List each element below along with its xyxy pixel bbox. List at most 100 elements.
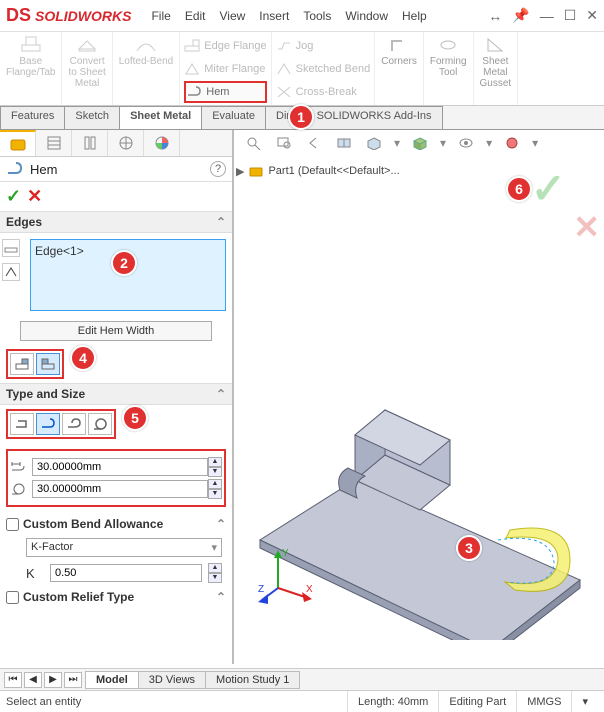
minimize-icon[interactable]: — (540, 8, 554, 24)
bottom-tab-model[interactable]: Model (85, 671, 139, 689)
bend-allowance-type-select[interactable]: K-Factor▾ (26, 538, 222, 557)
section-view-icon[interactable] (334, 134, 354, 152)
tab-last-icon[interactable]: ⏭ (64, 672, 82, 688)
custom-relief-checkbox[interactable] (6, 591, 19, 604)
graphics-viewport[interactable]: ▾ ▾ ▾ ▾ ▶ Part1 (Default<<Default>... 6 … (234, 130, 604, 664)
hide-show-icon[interactable] (456, 134, 476, 152)
tab-addins[interactable]: SOLIDWORKS Add-Ins (306, 106, 443, 129)
jog-icon (276, 39, 292, 53)
bottom-tab-3dviews[interactable]: 3D Views (138, 671, 206, 689)
maximize-icon[interactable]: ☐ (564, 7, 577, 24)
edit-hem-width-button[interactable]: Edit Hem Width (20, 321, 212, 341)
close-icon[interactable]: ✕ (586, 7, 598, 24)
edges-selection-box[interactable]: Edge<1> 2 (30, 239, 226, 311)
tab-features[interactable]: Features (0, 106, 65, 129)
help-icon[interactable]: ? (210, 161, 226, 177)
menu-help[interactable]: Help (402, 9, 427, 23)
expand-arrow-icon[interactable]: ▶ (236, 165, 244, 178)
tab-prev-icon[interactable]: ◀ (24, 672, 42, 688)
edges-section-header[interactable]: Edges⌃ (0, 211, 232, 233)
view-orientation-icon[interactable] (364, 134, 384, 152)
length-spinner[interactable]: ▲▼ (208, 457, 222, 477)
cancel-button[interactable]: ✕ (27, 186, 42, 207)
tab-sketch[interactable]: Sketch (64, 106, 120, 129)
status-units[interactable]: MMGS (516, 691, 571, 712)
hem-type-open[interactable] (36, 413, 60, 435)
zoom-area-icon[interactable] (274, 134, 294, 152)
zoom-fit-icon[interactable] (244, 134, 264, 152)
custom-bend-checkbox[interactable] (6, 518, 19, 531)
feature-header: Hem ? (0, 157, 232, 182)
hem-length-input[interactable] (32, 458, 208, 476)
radius-spinner[interactable]: ▲▼ (208, 479, 222, 499)
status-prompt: Select an entity (6, 696, 81, 708)
svg-text:X: X (306, 584, 313, 595)
ribbon-edge-flange[interactable]: Edge Flange (184, 35, 266, 57)
part-name[interactable]: Part1 (Default<<Default>... (268, 165, 399, 177)
ribbon-lofted-bend[interactable]: Lofted-Bend (113, 32, 181, 105)
status-more-icon[interactable]: ▾ (571, 691, 598, 712)
appearance-icon[interactable] (502, 134, 522, 152)
view-triad[interactable]: Y X Z (258, 544, 318, 604)
type-size-section-header[interactable]: Type and Size⌃ (0, 383, 232, 405)
ok-button[interactable]: ✓ (6, 186, 21, 207)
ribbon-corners[interactable]: Corners (375, 32, 424, 105)
chevron-up-icon: ⌃ (216, 215, 226, 229)
menu-tools[interactable]: Tools (303, 9, 331, 23)
panel-tab-config[interactable] (72, 130, 108, 156)
viewport-toolbar: ▾ ▾ ▾ ▾ (244, 134, 538, 152)
hem-type-closed[interactable] (10, 413, 34, 435)
hem-type-teardrop[interactable] (62, 413, 86, 435)
app-logo: DS SOLIDWORKS (6, 5, 131, 26)
ribbon-sketched-bend[interactable]: Sketched Bend (276, 58, 371, 80)
pin-icon[interactable]: 📌 (512, 7, 529, 24)
menu-insert[interactable]: Insert (259, 9, 289, 23)
menu-edit[interactable]: Edit (185, 9, 206, 23)
callout-badge-5: 5 (122, 405, 148, 431)
ribbon-bend-column: Jog Sketched Bend Cross-Break (272, 32, 376, 105)
menu-window[interactable]: Window (345, 9, 388, 23)
radius-icon (10, 482, 32, 496)
ribbon-convert-sheet-metal[interactable]: Convert to Sheet Metal (62, 32, 112, 105)
app-name: SOLIDWORKS (35, 8, 131, 24)
panel-tab-appearance[interactable] (144, 130, 180, 156)
accept-feature-icon[interactable]: ✓ (531, 164, 566, 213)
resize-handle-icon[interactable]: ↔ (488, 8, 502, 24)
menu-file[interactable]: File (151, 9, 170, 23)
k-factor-input[interactable] (50, 564, 202, 582)
tab-sheet-metal[interactable]: Sheet Metal (119, 106, 202, 129)
ribbon-hem[interactable]: Hem (184, 81, 266, 103)
reject-feature-icon[interactable]: ✕ (573, 208, 600, 246)
ribbon-base-flange[interactable]: Base Flange/Tab (0, 32, 62, 105)
feature-title: Hem (30, 162, 57, 177)
ribbon-miter-flange[interactable]: Miter Flange (184, 58, 266, 80)
ribbon-jog[interactable]: Jog (276, 35, 371, 57)
k-spinner[interactable]: ▲▼ (208, 563, 222, 583)
edge-select-icon[interactable] (2, 239, 20, 257)
material-outside-button[interactable] (36, 353, 60, 375)
k-symbol: K (26, 566, 44, 581)
custom-relief-type-check[interactable]: Custom Relief Type ⌃ (0, 586, 232, 608)
panel-tab-properties[interactable] (36, 130, 72, 156)
reverse-direction-icon[interactable] (2, 263, 20, 281)
tab-next-icon[interactable]: ▶ (44, 672, 62, 688)
panel-tab-feature[interactable] (0, 130, 36, 156)
ribbon-forming-tool[interactable]: Forming Tool (424, 32, 474, 105)
hem-radius-input[interactable] (32, 480, 208, 498)
custom-bend-allowance-check[interactable]: Custom Bend Allowance ⌃ (0, 513, 232, 535)
feature-tree-breadcrumb[interactable]: ▶ Part1 (Default<<Default>... (236, 164, 400, 178)
menu-view[interactable]: View (220, 9, 246, 23)
display-style-icon[interactable] (410, 134, 430, 152)
prev-view-icon[interactable] (304, 134, 324, 152)
hem-type-rolled[interactable] (88, 413, 112, 435)
panel-tab-dimxpert[interactable] (108, 130, 144, 156)
tab-evaluate[interactable]: Evaluate (201, 106, 266, 129)
edge-item[interactable]: Edge<1> (35, 244, 84, 258)
tab-first-icon[interactable]: ⏮ (4, 672, 22, 688)
size-inputs-highlight: ▲▼ ▲▼ (6, 449, 226, 507)
material-inside-button[interactable] (10, 353, 34, 375)
ribbon-cross-break[interactable]: Cross-Break (276, 81, 371, 103)
ribbon: Base Flange/Tab Convert to Sheet Metal L… (0, 32, 604, 106)
bottom-tab-motion[interactable]: Motion Study 1 (205, 671, 300, 689)
ribbon-sheet-metal-gusset[interactable]: Sheet Metal Gusset (474, 32, 519, 105)
